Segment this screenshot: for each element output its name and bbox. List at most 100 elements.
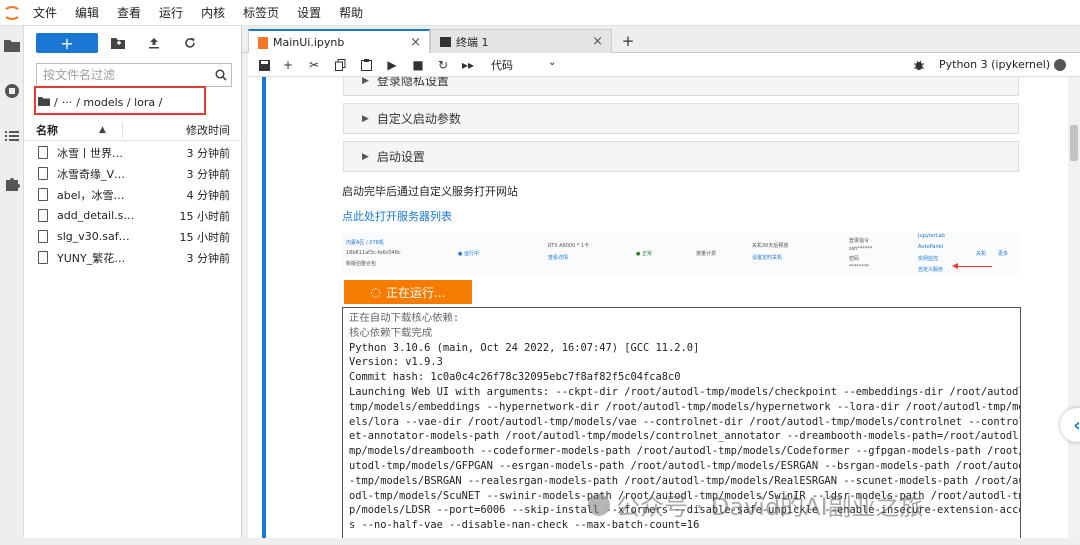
notebook-panel: ▶ 登录隐私设置 ▶ 自定义启动参数 ▶ 启动设置 启动完毕后通过自定义服务打开… <box>248 77 1080 545</box>
extensions-puzzle-icon[interactable] <box>3 174 21 192</box>
server-instance-screenshot: 内蒙A区 / 078机 18b611af3c-fe6c048c 新版伯整合包 ●… <box>342 232 1020 276</box>
run-all-icon[interactable]: ▸▸ <box>459 56 477 74</box>
file-icon <box>38 188 48 201</box>
interrupt-kernel-icon[interactable]: ■ <box>409 56 427 74</box>
sp-power: 关机 <box>976 251 987 257</box>
file-row[interactable]: slg_v30.saf… 15 小时前 <box>24 226 242 247</box>
activity-bar <box>0 26 24 545</box>
file-row[interactable]: 冰雪奇缘_V… 3 分钟前 <box>24 163 242 184</box>
notebook-scrollbar[interactable] <box>1068 77 1080 545</box>
sp-link-jupyterlab: JupyterLab <box>918 233 945 239</box>
tab-label: MainUi.ipynb <box>273 36 345 49</box>
refresh-icon[interactable] <box>172 33 208 53</box>
menu-help[interactable]: 帮助 <box>330 0 372 26</box>
new-folder-icon[interactable] <box>100 33 136 53</box>
log-line: et-annotator-models-path /root/autodl-tm… <box>349 430 1021 443</box>
sp-region: 内蒙A区 / 078机 <box>346 240 384 246</box>
running-label: 正在运行... <box>386 285 446 300</box>
running-status-button[interactable]: ◌ 正在运行... <box>344 280 472 304</box>
chevron-down-icon[interactable]: ⌄ <box>548 57 556 68</box>
folder-icon[interactable] <box>3 36 21 54</box>
file-icon <box>38 209 48 222</box>
breadcrumb-path[interactable]: / models / lora / <box>76 96 162 109</box>
menu-tabs[interactable]: 标签页 <box>234 0 288 26</box>
menu-file[interactable]: 文件 <box>24 0 66 26</box>
file-name: slg_v30.saf… <box>57 230 130 243</box>
file-row[interactable]: 冰雪丨世界… 3 分钟前 <box>24 142 242 163</box>
jupyterlab-window: 文件 编辑 查看 运行 内核 标签页 设置 帮助 + 按文件名过滤 / ··· … <box>0 0 1080 545</box>
debugger-bug-icon[interactable] <box>910 56 928 74</box>
log-line: utodl-tmp/models/GFPGAN --esrgan-models-… <box>349 459 1021 472</box>
menu-settings[interactable]: 设置 <box>288 0 330 26</box>
cell-type-select[interactable]: 代码 <box>491 57 513 73</box>
menu-edit[interactable]: 编辑 <box>66 0 108 26</box>
file-row[interactable]: YUNY_繁花… 3 分钟前 <box>24 247 242 268</box>
sp-link-monitor: 实例监控 <box>918 256 939 262</box>
sort-ascending-icon[interactable]: ▲ <box>99 125 106 135</box>
file-filter-input[interactable] <box>37 65 211 85</box>
log-line: Version: v1.9.3 <box>349 356 443 369</box>
file-icon <box>38 167 48 180</box>
log-line: 正在自动下载核心依赖: <box>349 312 460 324</box>
log-line: Commit hash: 1c0a0c4c26f78c32095ebc7f8af… <box>349 371 681 384</box>
new-launcher-button[interactable]: + <box>36 33 98 53</box>
breadcrumb: / ··· / models / lora / <box>38 96 166 109</box>
file-row[interactable]: add_detail.s… 15 小时前 <box>24 205 242 226</box>
sp-billing: 按量计费 <box>696 251 717 257</box>
sp-password-mask: ******** <box>849 264 869 270</box>
file-filter-box <box>36 63 232 87</box>
file-modified: 3 分钟前 <box>186 251 231 265</box>
scrollbar-thumb[interactable] <box>1070 125 1078 161</box>
add-tab-icon[interactable]: + <box>618 31 638 51</box>
home-folder-icon[interactable] <box>38 96 50 109</box>
column-modified-header[interactable]: 修改时间 <box>186 122 230 138</box>
server-list-link[interactable]: 点此处打开服务器列表 <box>342 208 452 224</box>
table-of-contents-icon[interactable] <box>3 127 21 145</box>
copy-icon[interactable] <box>331 56 349 74</box>
sp-more: 更多 <box>998 251 1009 257</box>
cut-icon[interactable]: ✂ <box>305 56 323 74</box>
insert-cell-icon[interactable]: + <box>279 56 297 74</box>
column-divider[interactable] <box>122 122 123 138</box>
kernel-name[interactable]: Python 3 (ipykernel) <box>939 58 1050 71</box>
sp-link-autopanel: AutoPanel <box>918 244 944 250</box>
main-work-area: MainUi.ipynb × 终端 1 × + + ✂ ▶ ■ ↻ ▸▸ 代码 … <box>242 26 1080 545</box>
close-tab-icon[interactable]: × <box>410 35 421 50</box>
menu-bar: 文件 编辑 查看 运行 内核 标签页 设置 帮助 <box>0 0 1080 26</box>
kernel-status-icon <box>1054 59 1066 71</box>
run-cell-icon[interactable]: ▶ <box>383 56 401 74</box>
save-icon[interactable] <box>255 56 273 74</box>
menu-kernel[interactable]: 内核 <box>192 0 234 26</box>
active-cell-marker[interactable] <box>262 77 266 545</box>
menu-run[interactable]: 运行 <box>150 0 192 26</box>
running-sessions-icon[interactable] <box>3 82 21 100</box>
jupyter-logo-icon[interactable] <box>0 0 24 26</box>
accordion-launch-settings[interactable]: ▶ 启动设置 <box>343 141 1019 172</box>
file-row[interactable]: abel，冰雪… 4 分钟前 <box>24 184 242 205</box>
file-browser-panel: + / ··· / models / lora / <box>24 26 242 545</box>
file-name: add_detail.s… <box>57 209 135 222</box>
log-line: els/lora --vae-dir /root/autodl-tmp/mode… <box>349 415 1021 428</box>
status-bar <box>0 538 1080 545</box>
breadcrumb-root[interactable]: / <box>54 96 58 109</box>
tab-terminal[interactable]: 终端 1 × <box>430 29 612 53</box>
sp-view-detail: 查看详情 <box>548 255 569 261</box>
close-tab-icon[interactable]: × <box>592 34 603 49</box>
upload-icon[interactable] <box>136 33 172 53</box>
accordion-custom-launch-args[interactable]: ▶ 自定义启动参数 <box>343 103 1019 134</box>
accordion-login-privacy[interactable]: ▶ 登录隐私设置 <box>343 77 1019 96</box>
log-line: mp/models/dreambooth --codeformer-models… <box>349 445 1021 458</box>
menu-view[interactable]: 查看 <box>108 0 150 26</box>
file-modified: 3 分钟前 <box>186 146 231 160</box>
restart-kernel-icon[interactable]: ↻ <box>434 56 452 74</box>
breadcrumb-ellipsis[interactable]: ··· <box>62 96 73 109</box>
log-line: Python 3.10.6 (main, Oct 24 2022, 16:07:… <box>349 341 700 354</box>
file-icon <box>38 251 48 264</box>
column-name-header[interactable]: 名称 <box>36 122 58 138</box>
sp-remark: 新版伯整合包 <box>346 261 377 267</box>
tab-mainui-notebook[interactable]: MainUi.ipynb × <box>248 29 430 54</box>
side-panel-chevron-icon[interactable]: ‹ <box>1060 408 1080 442</box>
search-icon[interactable] <box>211 69 231 81</box>
paste-icon[interactable] <box>357 56 375 74</box>
file-list-header: 名称 ▲ 修改时间 <box>24 119 242 141</box>
